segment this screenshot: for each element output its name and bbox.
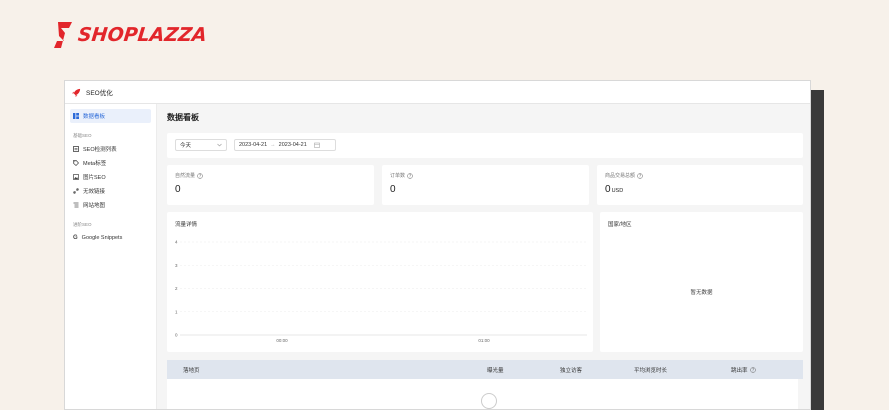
stat-number: 0	[390, 184, 396, 195]
stat-value: 0	[390, 184, 396, 195]
window-title: SEO优化	[86, 90, 113, 97]
sidebar-item-meta[interactable]: Meta标签	[70, 156, 151, 170]
stat-label: 订单数	[390, 173, 406, 179]
y-tick-label: 4	[175, 240, 178, 245]
help-icon[interactable]: ?	[749, 367, 756, 373]
column-header-bounce-rate[interactable]: 跳出率 ?	[731, 366, 756, 374]
stat-label: 自然流量	[175, 173, 196, 179]
tag-icon	[73, 160, 79, 166]
column-label: 独立访客	[560, 368, 583, 374]
sidebar-item-label: 无效链接	[83, 189, 106, 195]
window-titlebar: SEO优化	[65, 81, 810, 104]
sidebar-item-seo-check[interactable]: SEO检测列表	[70, 142, 151, 156]
stat-number: 0	[175, 184, 181, 195]
landing-page-table-body	[167, 379, 798, 409]
y-tick-label: 1	[175, 309, 178, 314]
stat-card-gmv: 商品交易总额 ? 0USD	[597, 165, 803, 205]
svg-text:?: ?	[409, 173, 411, 178]
dashboard-icon	[73, 113, 79, 119]
sidebar: 数据看板 基础SEO SEO检测列表 Meta标签 图片SEO 无效链接 网站地…	[65, 104, 157, 409]
sidebar-item-label: 网站地图	[83, 203, 106, 209]
stat-number: 0	[605, 184, 611, 195]
period-select-value: 今天	[180, 143, 192, 149]
sidebar-item-image-seo[interactable]: 图片SEO	[70, 170, 151, 184]
svg-text:?: ?	[199, 173, 201, 178]
brand-name: SHOPLAZZA	[76, 24, 208, 46]
sidebar-item-label: 图片SEO	[83, 175, 106, 181]
help-icon[interactable]: ?	[407, 172, 413, 179]
x-tick-label: 01:00	[478, 338, 490, 343]
sidebar-item-google-snippets[interactable]: G Google Snippets	[70, 231, 151, 245]
y-tick-label: 0	[175, 333, 178, 338]
traffic-detail-card: 流量详情 0 1 2 3 4 00:00 01:00	[167, 212, 593, 352]
sidebar-item-label: SEO检测列表	[83, 147, 117, 153]
sidebar-item-label: Google Snippets	[81, 235, 123, 241]
column-header-impressions[interactable]: 曝光量	[487, 366, 504, 374]
stat-card-orders: 订单数 ? 0	[382, 165, 589, 205]
main-content: 数据看板 今天 2023-04-21 → 2023-04-21 自然流量 ? 0…	[167, 104, 803, 409]
landing-page-table-header: 落地页 曝光量 独立访客 平均浏览时长 跳出率 ?	[167, 360, 803, 379]
sitemap-icon	[73, 202, 79, 208]
period-select[interactable]: 今天	[175, 139, 227, 151]
shoplazza-mark-icon	[54, 22, 72, 48]
stat-label-wrap: 自然流量 ?	[175, 172, 203, 179]
y-tick-label: 2	[175, 286, 178, 291]
sidebar-group-advanced: 进阶SEO	[73, 222, 92, 227]
shoplazza-logo: SHOPLAZZA	[52, 22, 208, 48]
date-end: 2023-04-21	[278, 142, 307, 148]
image-icon	[73, 174, 79, 180]
country-card-title: 国家/地区	[608, 222, 632, 228]
date-separator: →	[270, 142, 276, 148]
sidebar-item-dashboard[interactable]: 数据看板	[70, 109, 151, 123]
y-tick-label: 3	[175, 263, 178, 268]
svg-text:?: ?	[751, 367, 753, 372]
country-card: 国家/地区 暂无数据	[600, 212, 803, 352]
sidebar-item-sitemap[interactable]: 网站地图	[70, 198, 151, 212]
stat-value: 0	[175, 184, 181, 195]
empty-table-icon	[481, 393, 497, 409]
stat-label-wrap: 订单数 ?	[390, 172, 413, 179]
link-icon	[73, 188, 79, 194]
google-icon: G	[73, 235, 78, 241]
help-icon[interactable]: ?	[197, 172, 203, 179]
help-icon[interactable]: ?	[637, 172, 643, 179]
rocket-icon	[72, 88, 81, 97]
stat-card-organic-traffic: 自然流量 ? 0	[167, 165, 374, 205]
app-window: SEO优化 数据看板 基础SEO SEO检测列表 Meta标签 图片SEO 无效…	[64, 80, 811, 410]
column-header-avg-duration[interactable]: 平均浏览时长	[634, 366, 667, 374]
traffic-line-chart: 0 1 2 3 4 00:00 01:00	[175, 240, 587, 343]
sidebar-item-label: 数据看板	[83, 114, 106, 120]
sidebar-item-label: Meta标签	[83, 161, 107, 167]
date-start: 2023-04-21	[239, 142, 268, 148]
stat-label: 商品交易总额	[605, 173, 636, 179]
empty-state-text: 暂无数据	[690, 290, 713, 296]
filter-bar: 今天 2023-04-21 → 2023-04-21	[167, 133, 803, 158]
column-header-unique-visitors[interactable]: 独立访客	[560, 366, 582, 374]
column-label: 跳出率	[731, 368, 748, 374]
x-tick-label: 00:00	[276, 338, 288, 343]
chevron-down-icon	[217, 143, 222, 147]
page-title: 数据看板	[167, 113, 199, 122]
sidebar-group-basic: 基础SEO	[73, 133, 92, 138]
date-range-picker[interactable]: 2023-04-21 → 2023-04-21	[234, 139, 336, 151]
svg-text:?: ?	[639, 173, 641, 178]
sidebar-item-broken-links[interactable]: 无效链接	[70, 184, 151, 198]
column-header-landing-page[interactable]: 落地页	[183, 366, 200, 374]
calendar-icon	[313, 142, 320, 148]
stat-value: 0USD	[605, 184, 623, 195]
column-label: 平均浏览时长	[634, 368, 668, 374]
list-icon	[73, 146, 79, 152]
stat-unit: USD	[611, 188, 624, 194]
stat-label-wrap: 商品交易总额 ?	[605, 172, 643, 179]
column-label: 曝光量	[487, 368, 504, 374]
column-label: 落地页	[183, 368, 200, 374]
